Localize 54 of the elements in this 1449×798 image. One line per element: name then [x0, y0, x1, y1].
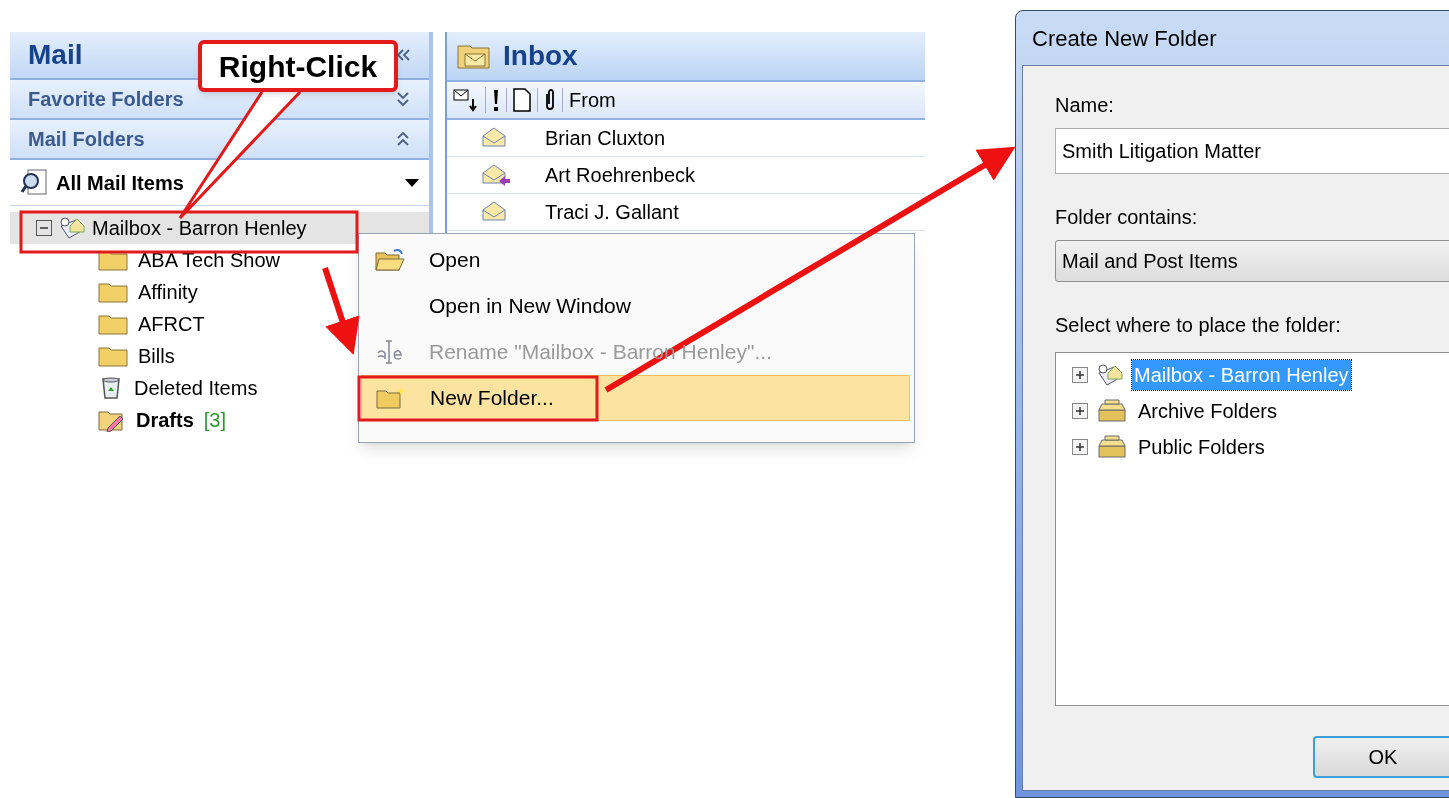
message-row[interactable]: Traci J. Gallant	[447, 194, 925, 231]
pane-title: Mail	[28, 38, 83, 72]
envelope-sort-icon[interactable]	[453, 87, 479, 113]
importance-icon[interactable]	[492, 88, 500, 112]
unread-count: [3]	[203, 408, 227, 433]
field-label: Select where to place the folder:	[1055, 313, 1342, 338]
message-row[interactable]: Brian Cluxton	[447, 120, 925, 157]
folder-icon	[98, 345, 128, 367]
column-header[interactable]: From	[563, 85, 622, 115]
tree-item[interactable]: Archive Folders	[1136, 396, 1279, 426]
collapse-pane-icon[interactable]	[395, 48, 411, 62]
folder-pencil-icon	[98, 408, 126, 432]
new-folder-icon	[375, 385, 407, 411]
folder-label: Drafts	[136, 408, 194, 433]
ok-button[interactable]: OK	[1313, 736, 1449, 778]
expand-icon[interactable]	[1072, 367, 1088, 383]
dialog-title: Create New Folder	[1031, 24, 1217, 53]
field-label: Name:	[1055, 93, 1115, 118]
menu-item[interactable]: New Folder...	[361, 375, 910, 421]
field-label: Folder contains:	[1055, 205, 1199, 230]
folder-label: Affinity	[138, 280, 198, 305]
search-icon	[20, 167, 50, 198]
expand-icon[interactable]	[1072, 439, 1088, 455]
folder-icon	[98, 281, 128, 303]
folder-label: Deleted Items	[134, 376, 258, 401]
replied-envelope-icon	[481, 163, 511, 187]
expand-icon[interactable]	[1072, 403, 1088, 419]
tree-item-label: Mailbox - Barron Henley	[92, 216, 307, 241]
collapse-chevron-icon[interactable]	[395, 130, 411, 148]
folder-stack-icon	[1096, 398, 1128, 424]
mailbox-house-icon	[58, 216, 86, 240]
folder-type-dropdown[interactable]: Mail and Post Items	[1055, 240, 1449, 282]
mailbox-house-icon	[1096, 363, 1124, 387]
folder-title: Inbox	[503, 39, 578, 73]
section-header[interactable]: Mail Folders	[10, 120, 429, 160]
folder-label: Bills	[138, 344, 175, 369]
sender-name: Art Roehrenbeck	[545, 163, 696, 188]
document-icon[interactable]	[513, 88, 531, 112]
expand-chevron-icon[interactable]	[395, 90, 411, 108]
tree-item[interactable]: Public Folders	[1136, 432, 1267, 462]
sender-name: Brian Cluxton	[545, 126, 666, 151]
folder-label: AFRCT	[138, 312, 205, 337]
text-cursor-icon	[375, 339, 405, 365]
sender-name: Traci J. Gallant	[545, 200, 679, 225]
folder-label: ABA Tech Show	[138, 248, 280, 273]
folder-stack-icon	[1096, 434, 1128, 460]
name-field[interactable]: Smith Litigation Matter	[1055, 128, 1449, 174]
folder-icon	[98, 313, 128, 335]
paperclip-icon[interactable]	[544, 88, 556, 112]
open-folder-icon	[374, 247, 406, 273]
inbox-folder-icon	[457, 42, 491, 70]
dropdown-arrow-icon	[405, 178, 419, 187]
message-row[interactable]: Art Roehrenbeck	[447, 157, 925, 194]
folder-item[interactable]: Bills	[10, 340, 429, 372]
